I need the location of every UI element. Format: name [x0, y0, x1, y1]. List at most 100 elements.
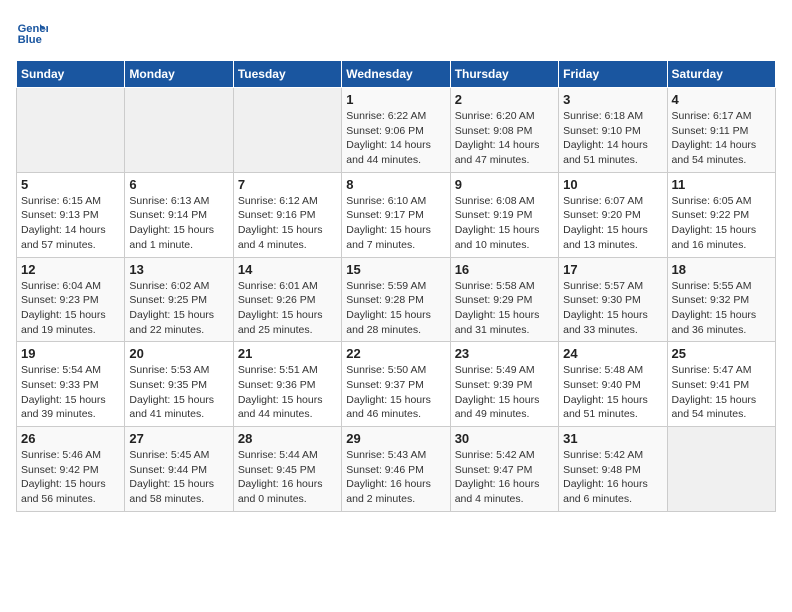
calendar-day-cell: 14 Sunrise: 6:01 AM Sunset: 9:26 PM Dayli…: [233, 257, 341, 342]
day-number: 1: [346, 92, 445, 107]
calendar-day-cell: 8Sunrise: 6:10 AM Sunset: 9:17 PM Daylig…: [342, 172, 450, 257]
day-number: 30: [455, 431, 554, 446]
calendar-table: SundayMondayTuesdayWednesdayThursdayFrid…: [16, 60, 776, 512]
calendar-day-cell: [667, 427, 775, 512]
day-number: 5: [21, 177, 120, 192]
calendar-day-cell: 9 Sunrise: 6:08 AM Sunset: 9:19 PM Daylig…: [450, 172, 558, 257]
day-number: 25: [672, 346, 771, 361]
calendar-day-cell: 30 Sunrise: 5:42 AM Sunset: 9:47 PM Dayli…: [450, 427, 558, 512]
svg-text:Blue: Blue: [18, 34, 42, 46]
svg-text:General: General: [18, 23, 48, 35]
day-number: 10: [563, 177, 662, 192]
day-number: 21: [238, 346, 337, 361]
day-info: Sunrise: 5:46 AM Sunset: 9:42 PM Dayligh…: [21, 448, 120, 507]
calendar-day-cell: 23Sunrise: 5:49 AM Sunset: 9:39 PM Dayli…: [450, 342, 558, 427]
day-number: 29: [346, 431, 445, 446]
day-number: 12: [21, 262, 120, 277]
day-number: 14: [238, 262, 337, 277]
calendar-day-cell: 25 Sunrise: 5:47 AM Sunset: 9:41 PM Dayli…: [667, 342, 775, 427]
day-info: Sunrise: 6:01 AM Sunset: 9:26 PM Dayligh…: [238, 279, 337, 338]
day-number: 28: [238, 431, 337, 446]
day-number: 11: [672, 177, 771, 192]
calendar-day-cell: 7 Sunrise: 6:12 AM Sunset: 9:16 PM Daylig…: [233, 172, 341, 257]
day-info: Sunrise: 5:58 AM Sunset: 9:29 PM Dayligh…: [455, 279, 554, 338]
day-info: Sunrise: 5:48 AM Sunset: 9:40 PM Dayligh…: [563, 363, 662, 422]
weekday-header: Wednesday: [342, 61, 450, 88]
day-info: Sunrise: 6:07 AM Sunset: 9:20 PM Dayligh…: [563, 194, 662, 253]
day-info: Sunrise: 5:44 AM Sunset: 9:45 PM Dayligh…: [238, 448, 337, 507]
day-info: Sunrise: 5:53 AM Sunset: 9:35 PM Dayligh…: [129, 363, 228, 422]
day-number: 19: [21, 346, 120, 361]
day-info: Sunrise: 5:51 AM Sunset: 9:36 PM Dayligh…: [238, 363, 337, 422]
calendar-day-cell: 27 Sunrise: 5:45 AM Sunset: 9:44 PM Dayli…: [125, 427, 233, 512]
day-info: Sunrise: 5:50 AM Sunset: 9:37 PM Dayligh…: [346, 363, 445, 422]
calendar-day-cell: 19Sunrise: 5:54 AM Sunset: 9:33 PM Dayli…: [17, 342, 125, 427]
day-info: Sunrise: 6:22 AM Sunset: 9:06 PM Dayligh…: [346, 109, 445, 168]
calendar-week-row: 19Sunrise: 5:54 AM Sunset: 9:33 PM Dayli…: [17, 342, 776, 427]
calendar-week-row: 5Sunrise: 6:15 AM Sunset: 9:13 PM Daylig…: [17, 172, 776, 257]
day-info: Sunrise: 6:17 AM Sunset: 9:11 PM Dayligh…: [672, 109, 771, 168]
day-number: 6: [129, 177, 228, 192]
logo: General Blue: [16, 16, 52, 48]
day-info: Sunrise: 5:47 AM Sunset: 9:41 PM Dayligh…: [672, 363, 771, 422]
calendar-day-cell: 4 Sunrise: 6:17 AM Sunset: 9:11 PM Daylig…: [667, 88, 775, 173]
calendar-day-cell: 12 Sunrise: 6:04 AM Sunset: 9:23 PM Dayli…: [17, 257, 125, 342]
day-info: Sunrise: 6:18 AM Sunset: 9:10 PM Dayligh…: [563, 109, 662, 168]
day-info: Sunrise: 6:02 AM Sunset: 9:25 PM Dayligh…: [129, 279, 228, 338]
calendar-week-row: 26Sunrise: 5:46 AM Sunset: 9:42 PM Dayli…: [17, 427, 776, 512]
calendar-day-cell: [233, 88, 341, 173]
weekday-header: Tuesday: [233, 61, 341, 88]
calendar-header-row: SundayMondayTuesdayWednesdayThursdayFrid…: [17, 61, 776, 88]
day-number: 3: [563, 92, 662, 107]
calendar-week-row: 12 Sunrise: 6:04 AM Sunset: 9:23 PM Dayli…: [17, 257, 776, 342]
calendar-day-cell: 3 Sunrise: 6:18 AM Sunset: 9:10 PM Daylig…: [559, 88, 667, 173]
page-header: General Blue: [16, 16, 776, 48]
weekday-header: Saturday: [667, 61, 775, 88]
calendar-day-cell: 17Sunrise: 5:57 AM Sunset: 9:30 PM Dayli…: [559, 257, 667, 342]
day-number: 16: [455, 262, 554, 277]
calendar-day-cell: [17, 88, 125, 173]
day-number: 7: [238, 177, 337, 192]
calendar-day-cell: 31Sunrise: 5:42 AM Sunset: 9:48 PM Dayli…: [559, 427, 667, 512]
day-info: Sunrise: 6:20 AM Sunset: 9:08 PM Dayligh…: [455, 109, 554, 168]
day-number: 15: [346, 262, 445, 277]
calendar-day-cell: [125, 88, 233, 173]
calendar-day-cell: 5Sunrise: 6:15 AM Sunset: 9:13 PM Daylig…: [17, 172, 125, 257]
calendar-day-cell: 6Sunrise: 6:13 AM Sunset: 9:14 PM Daylig…: [125, 172, 233, 257]
day-number: 22: [346, 346, 445, 361]
day-number: 31: [563, 431, 662, 446]
day-number: 24: [563, 346, 662, 361]
day-number: 4: [672, 92, 771, 107]
calendar-day-cell: 29 Sunrise: 5:43 AM Sunset: 9:46 PM Dayli…: [342, 427, 450, 512]
calendar-day-cell: 28 Sunrise: 5:44 AM Sunset: 9:45 PM Dayli…: [233, 427, 341, 512]
calendar-day-cell: 26Sunrise: 5:46 AM Sunset: 9:42 PM Dayli…: [17, 427, 125, 512]
day-info: Sunrise: 6:08 AM Sunset: 9:19 PM Dayligh…: [455, 194, 554, 253]
calendar-week-row: 1 Sunrise: 6:22 AM Sunset: 9:06 PM Daylig…: [17, 88, 776, 173]
day-number: 27: [129, 431, 228, 446]
day-info: Sunrise: 6:04 AM Sunset: 9:23 PM Dayligh…: [21, 279, 120, 338]
day-info: Sunrise: 6:05 AM Sunset: 9:22 PM Dayligh…: [672, 194, 771, 253]
day-info: Sunrise: 5:57 AM Sunset: 9:30 PM Dayligh…: [563, 279, 662, 338]
day-info: Sunrise: 6:12 AM Sunset: 9:16 PM Dayligh…: [238, 194, 337, 253]
day-info: Sunrise: 5:42 AM Sunset: 9:47 PM Dayligh…: [455, 448, 554, 507]
day-info: Sunrise: 5:45 AM Sunset: 9:44 PM Dayligh…: [129, 448, 228, 507]
logo-icon: General Blue: [16, 16, 48, 48]
calendar-day-cell: 24 Sunrise: 5:48 AM Sunset: 9:40 PM Dayli…: [559, 342, 667, 427]
day-number: 23: [455, 346, 554, 361]
weekday-header: Friday: [559, 61, 667, 88]
weekday-header: Sunday: [17, 61, 125, 88]
calendar-day-cell: 20 Sunrise: 5:53 AM Sunset: 9:35 PM Dayli…: [125, 342, 233, 427]
calendar-day-cell: 21 Sunrise: 5:51 AM Sunset: 9:36 PM Dayli…: [233, 342, 341, 427]
calendar-day-cell: 13Sunrise: 6:02 AM Sunset: 9:25 PM Dayli…: [125, 257, 233, 342]
calendar-day-cell: 15Sunrise: 5:59 AM Sunset: 9:28 PM Dayli…: [342, 257, 450, 342]
day-number: 8: [346, 177, 445, 192]
day-number: 9: [455, 177, 554, 192]
calendar-day-cell: 1 Sunrise: 6:22 AM Sunset: 9:06 PM Daylig…: [342, 88, 450, 173]
day-number: 18: [672, 262, 771, 277]
weekday-header: Thursday: [450, 61, 558, 88]
day-number: 20: [129, 346, 228, 361]
calendar-day-cell: 18Sunrise: 5:55 AM Sunset: 9:32 PM Dayli…: [667, 257, 775, 342]
day-info: Sunrise: 5:43 AM Sunset: 9:46 PM Dayligh…: [346, 448, 445, 507]
calendar-day-cell: 2Sunrise: 6:20 AM Sunset: 9:08 PM Daylig…: [450, 88, 558, 173]
calendar-day-cell: 16 Sunrise: 5:58 AM Sunset: 9:29 PM Dayli…: [450, 257, 558, 342]
